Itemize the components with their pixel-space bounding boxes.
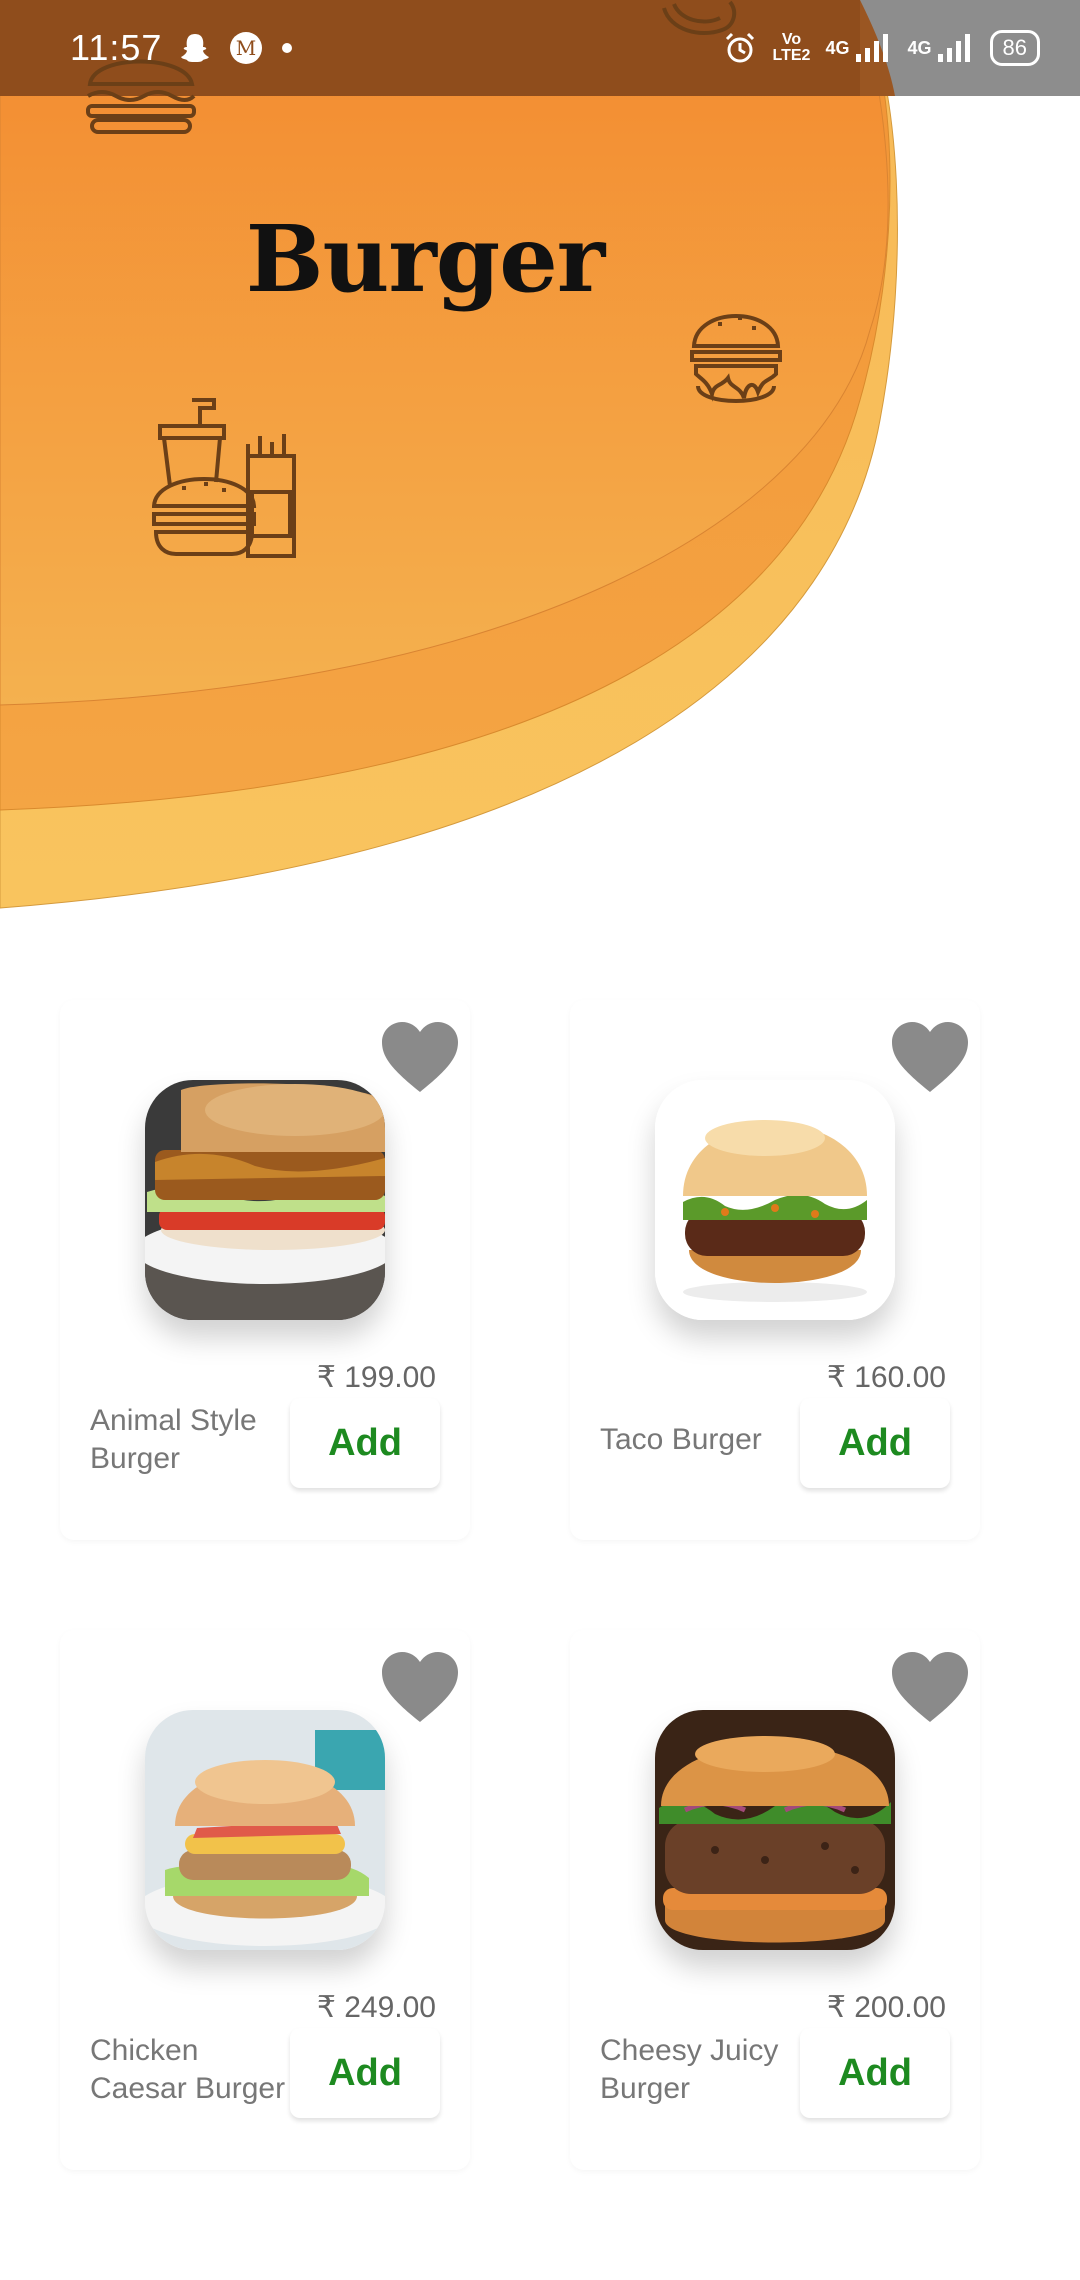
dot-icon: [280, 41, 294, 55]
product-image-taco-burger: [655, 1080, 895, 1320]
battery-icon: 86: [989, 30, 1040, 66]
product-price: ₹ 249.00: [316, 1991, 436, 2024]
add-button[interactable]: Add: [290, 1398, 440, 1488]
heart-icon[interactable]: [890, 1022, 970, 1094]
battery-level: 86: [1002, 35, 1027, 60]
page-title: Burger: [245, 205, 605, 313]
heart-icon[interactable]: [890, 1652, 970, 1724]
product-price: ₹ 200.00: [826, 1991, 946, 2024]
volte-icon: Vo LTE2: [772, 31, 811, 64]
cheese-burger-icon: [690, 314, 782, 403]
product-name: Chicken Caesar Burger: [90, 2034, 286, 2105]
signal-icon: 4G: [825, 32, 893, 64]
product-name: Taco Burger: [600, 1423, 762, 1456]
product-price: ₹ 199.00: [316, 1361, 436, 1394]
product-card[interactable]: ₹ 200.00 Cheesy Juicy Burger Add: [570, 1630, 980, 2170]
product-card[interactable]: ₹ 199.00 Animal Style Burger Add: [60, 1000, 470, 1540]
signal-icon: 4G: [908, 32, 976, 64]
product-name: Animal Style Burger: [90, 1404, 257, 1475]
heart-icon[interactable]: [380, 1652, 460, 1724]
product-image-animal-style-burger: [145, 1080, 385, 1320]
status-time: 11:57: [70, 27, 163, 68]
m-app-icon: M: [228, 30, 264, 66]
product-price: ₹ 160.00: [826, 1361, 946, 1394]
add-button[interactable]: Add: [800, 2028, 950, 2118]
network-type-label: 4G: [825, 37, 850, 58]
heart-icon[interactable]: [380, 1022, 460, 1094]
add-button[interactable]: Add: [800, 1398, 950, 1488]
product-name: Cheesy Juicy Burger: [600, 2034, 779, 2105]
add-button[interactable]: Add: [290, 2028, 440, 2118]
snapchat-icon: [178, 31, 212, 65]
product-card[interactable]: ₹ 160.00 Taco Burger Add: [570, 1000, 980, 1540]
alarm-icon: [723, 31, 757, 65]
svg-text:M: M: [236, 36, 256, 60]
status-bar: 11:57 M Vo LTE2 4G 4G 86: [0, 0, 1080, 96]
network-type-label: 4G: [907, 37, 932, 58]
product-image-cheesy-juicy-burger: [655, 1710, 895, 1950]
product-card[interactable]: ₹ 249.00 Chicken Caesar Burger Add: [60, 1630, 470, 2170]
combo-meal-icon: [152, 398, 296, 558]
product-image-chicken-caesar-burger: [145, 1710, 385, 1950]
